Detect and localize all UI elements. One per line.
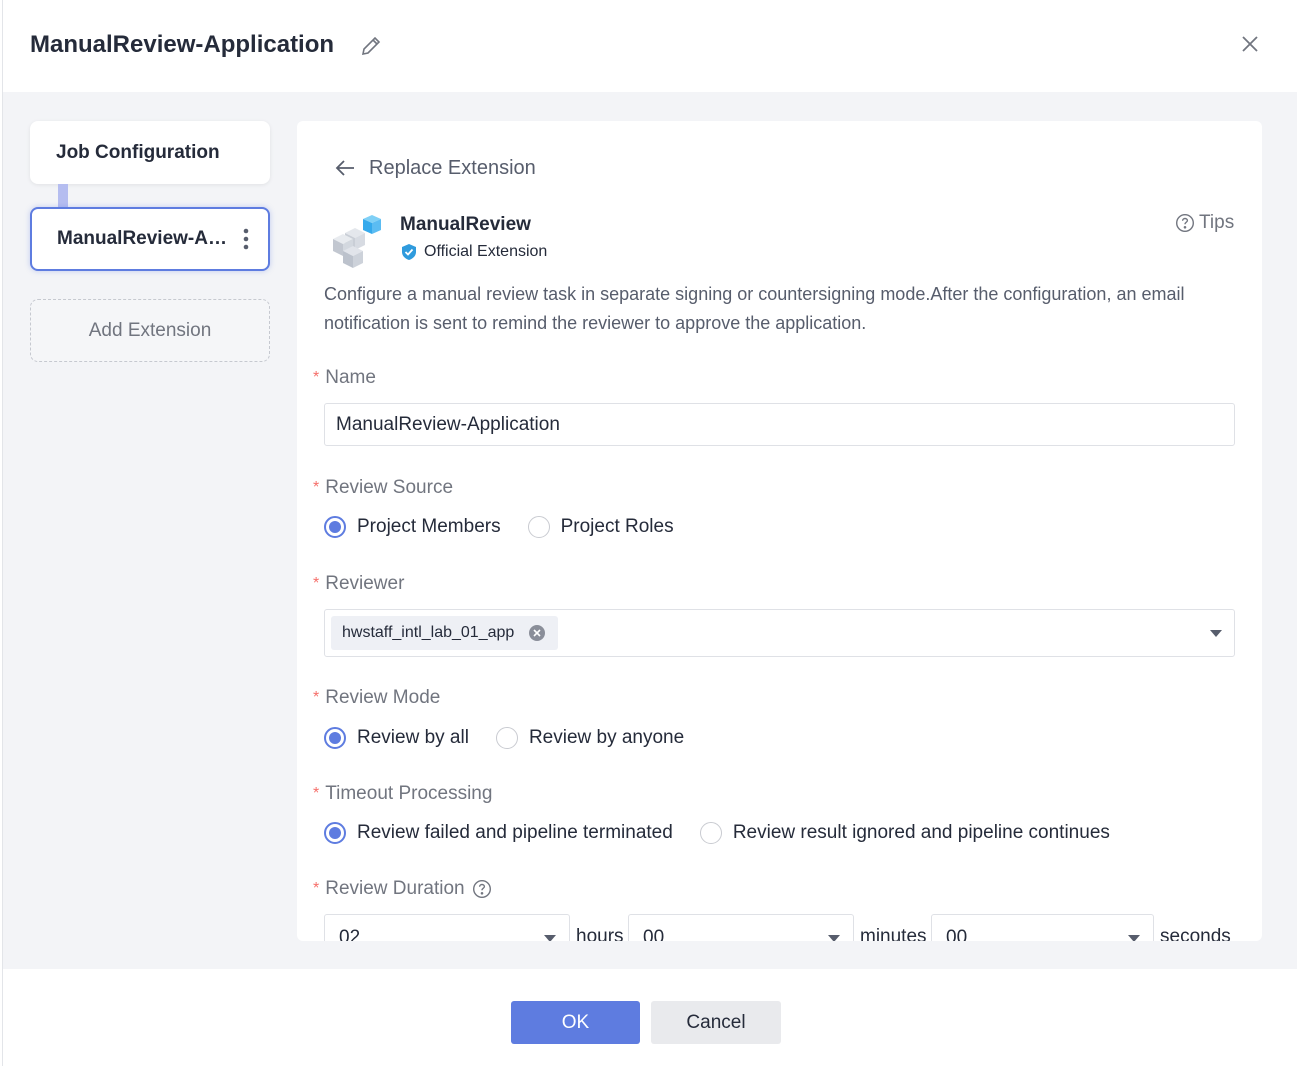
review-source-label-text: Review Source: [325, 477, 454, 498]
radio-review-by-anyone-label: Review by anyone: [528, 727, 685, 748]
hours-select[interactable]: 02: [324, 914, 570, 941]
minutes-unit-label: minutes: [860, 926, 927, 941]
required-mark: *: [313, 575, 320, 592]
close-icon[interactable]: [1239, 33, 1261, 55]
review-source-radio-group: Project Members Project Roles: [324, 516, 701, 538]
dialog: ManualReview-Application Job Configurati…: [2, 0, 1297, 1066]
radio-project-members-label: Project Members: [357, 516, 501, 537]
official-extension-label: Official Extension: [424, 243, 548, 260]
radio-project-roles[interactable]: Project Roles: [527, 516, 674, 538]
question-circle-icon[interactable]: [472, 879, 492, 899]
review-mode-label: * Review Mode: [313, 687, 440, 709]
review-source-label: * Review Source: [313, 477, 453, 499]
radio-review-by-all[interactable]: Review by all: [324, 727, 469, 749]
manual-review-cube-logo-icon: [333, 215, 381, 268]
radio-unselected-indicator: [495, 727, 518, 749]
arrow-left-icon: [335, 160, 354, 176]
radio-selected-indicator: [324, 822, 346, 844]
reviewer-tag: hwstaff_intl_lab_01_app: [331, 616, 559, 650]
name-label-text: Name: [325, 367, 376, 388]
chevron-down-icon: [1210, 630, 1222, 637]
seconds-select[interactable]: 00: [931, 914, 1154, 941]
official-extension-badge: Official Extension: [400, 243, 547, 261]
timeout-processing-label: * Timeout Processing: [313, 783, 492, 805]
required-mark: *: [313, 880, 320, 897]
extension-name: ManualReview: [400, 214, 531, 235]
reviewer-label-text: Reviewer: [325, 573, 405, 594]
timeout-processing-label-text: Timeout Processing: [325, 783, 493, 804]
dialog-header: ManualReview-Application: [3, 0, 1297, 92]
question-circle-icon: [1175, 213, 1195, 233]
cancel-button[interactable]: Cancel: [651, 1001, 781, 1044]
hours-unit-label: hours: [576, 926, 624, 941]
dialog-title: ManualReview-Application: [30, 31, 335, 58]
radio-selected-indicator: [324, 516, 346, 538]
radio-review-failed[interactable]: Review failed and pipeline terminated: [324, 822, 673, 844]
review-duration-label: * Review Duration: [313, 878, 492, 900]
radio-unselected-indicator: [527, 516, 550, 538]
extension-config-panel: Replace Extension ManualReview Official …: [297, 121, 1262, 941]
job-configuration-card[interactable]: Job Configuration: [30, 121, 270, 184]
tips-label: Tips: [1199, 212, 1235, 233]
remove-tag-icon[interactable]: [528, 624, 546, 642]
seconds-value: 00: [946, 927, 968, 941]
job-configuration-label: Job Configuration: [56, 142, 220, 163]
review-mode-radio-group: Review by all Review by anyone: [324, 727, 711, 749]
name-field-label: * Name: [313, 367, 376, 389]
extension-description: Configure a manual review task in separa…: [324, 284, 1185, 333]
required-mark: *: [313, 479, 320, 496]
radio-selected-indicator: [324, 727, 346, 749]
step-connector: [58, 184, 68, 208]
chevron-down-icon: [1128, 935, 1140, 941]
timeout-processing-radio-group: Review failed and pipeline terminated Re…: [324, 822, 1137, 844]
add-extension-button[interactable]: Add Extension: [30, 299, 270, 362]
dialog-body: Job Configuration ManualReview-Applicati…: [3, 92, 1297, 969]
minutes-select[interactable]: 00: [628, 914, 854, 941]
radio-review-failed-label: Review failed and pipeline terminated: [357, 822, 673, 843]
extension-card-selected[interactable]: ManualReview-Application: [30, 207, 270, 271]
replace-extension-link[interactable]: Replace Extension: [333, 154, 536, 182]
required-mark: *: [313, 785, 320, 802]
seconds-unit-label: seconds: [1160, 926, 1231, 941]
chevron-down-icon: [828, 935, 840, 941]
reviewer-tag-label: hwstaff_intl_lab_01_app: [342, 624, 515, 641]
ok-button[interactable]: OK: [511, 1001, 640, 1044]
radio-review-by-all-label: Review by all: [357, 727, 469, 748]
review-duration-label-text: Review Duration: [325, 878, 465, 899]
more-vertical-icon[interactable]: [240, 225, 252, 253]
edit-pencil-icon[interactable]: [359, 34, 383, 58]
hours-value: 02: [339, 927, 361, 941]
replace-extension-label: Replace Extension: [369, 156, 536, 179]
radio-unselected-indicator: [699, 822, 722, 844]
tips-link[interactable]: Tips: [1175, 212, 1234, 234]
reviewer-label: * Reviewer: [313, 573, 404, 595]
radio-project-members[interactable]: Project Members: [324, 516, 501, 538]
radio-review-ignored[interactable]: Review result ignored and pipeline conti…: [699, 822, 1110, 844]
reviewer-select[interactable]: hwstaff_intl_lab_01_app: [324, 609, 1235, 657]
minutes-value: 00: [643, 927, 665, 941]
chevron-down-icon: [544, 935, 556, 941]
radio-review-by-anyone[interactable]: Review by anyone: [495, 727, 685, 749]
radio-project-roles-label: Project Roles: [560, 516, 674, 537]
extension-card-label: ManualReview-Application: [57, 228, 232, 249]
verified-shield-icon: [402, 244, 416, 260]
dialog-footer: OK Cancel: [3, 969, 1297, 1066]
name-input[interactable]: [324, 403, 1235, 446]
required-mark: *: [313, 369, 320, 386]
required-mark: *: [313, 689, 320, 706]
radio-review-ignored-label: Review result ignored and pipeline conti…: [732, 822, 1110, 843]
review-mode-label-text: Review Mode: [325, 687, 441, 708]
